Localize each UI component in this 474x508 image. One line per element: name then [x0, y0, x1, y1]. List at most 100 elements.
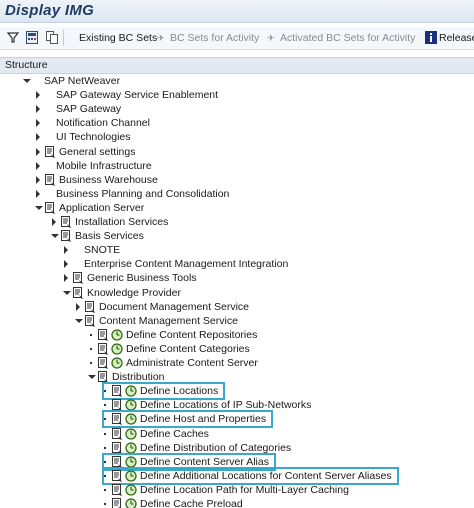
expand-node-icon[interactable]: [64, 274, 68, 283]
tree-node[interactable]: Define Caches: [0, 427, 474, 441]
collapse-node-icon[interactable]: [88, 375, 96, 380]
tree-node[interactable]: SAP Gateway: [0, 102, 474, 116]
tree-node-label[interactable]: Installation Services: [75, 215, 168, 229]
tree-node[interactable]: Application Server: [0, 201, 474, 215]
release-notes-button[interactable]: Release: [439, 31, 474, 45]
expand-node-icon[interactable]: [36, 105, 40, 114]
tree-node[interactable]: Content Management Service: [0, 314, 474, 328]
collapse-node-icon[interactable]: [75, 318, 83, 323]
tree-node[interactable]: Business Warehouse: [0, 173, 474, 187]
tree-node-label[interactable]: SAP NetWeaver: [44, 74, 120, 88]
tree-node-label[interactable]: Generic Business Tools: [87, 271, 197, 285]
tree-node-label[interactable]: SAP Gateway Service Enablement: [56, 88, 218, 102]
execute-activity-icon[interactable]: [111, 343, 123, 355]
tree-node-label[interactable]: Define Caches: [140, 427, 209, 441]
expand-node-icon[interactable]: [64, 246, 68, 255]
tree-node[interactable]: Notification Channel: [0, 116, 474, 130]
execute-activity-icon[interactable]: [125, 484, 137, 496]
find-icon[interactable]: [7, 31, 19, 43]
table-settings-icon[interactable]: [26, 31, 38, 44]
tree-node-label[interactable]: Basis Services: [75, 229, 144, 243]
info-icon[interactable]: [425, 31, 437, 44]
tree-node[interactable]: Basis Services: [0, 229, 474, 243]
documentation-icon[interactable]: [85, 314, 96, 327]
tree-node-label[interactable]: Define Location Path for Multi-Layer Cac…: [140, 483, 349, 497]
tree-node-label[interactable]: Enterprise Content Management Integratio…: [84, 257, 288, 271]
collapse-node-icon[interactable]: [63, 290, 71, 295]
expand-node-icon[interactable]: [64, 260, 68, 269]
expand-node-icon[interactable]: [36, 161, 40, 170]
execute-activity-icon[interactable]: [111, 357, 123, 369]
tree-node[interactable]: UI Technologies: [0, 130, 474, 144]
tree-node[interactable]: Define Content Categories: [0, 342, 474, 356]
execute-activity-icon[interactable]: [125, 498, 137, 508]
collapse-node-icon[interactable]: [23, 79, 31, 83]
execute-activity-icon[interactable]: [125, 441, 137, 454]
documentation-icon[interactable]: [61, 230, 72, 242]
tree-node[interactable]: SAP Gateway Service Enablement: [0, 88, 474, 102]
tree-node-label[interactable]: Knowledge Provider: [87, 286, 181, 300]
tree-node-label[interactable]: Business Warehouse: [59, 173, 158, 187]
tree-node-label[interactable]: Document Management Service: [99, 300, 249, 314]
tree-node-label[interactable]: Notification Channel: [56, 116, 150, 130]
execute-activity-icon[interactable]: [125, 427, 137, 440]
documentation-icon[interactable]: [112, 441, 123, 454]
expand-node-icon[interactable]: [36, 91, 40, 100]
expand-node-icon[interactable]: [36, 119, 40, 128]
tree-node[interactable]: Installation Services: [0, 215, 474, 229]
tree-node[interactable]: SNOTE: [0, 243, 474, 257]
activated-bc-sets-button[interactable]: Activated BC Sets for Activity: [280, 31, 415, 45]
expand-node-icon[interactable]: [76, 302, 80, 311]
tree-node-label[interactable]: Define Cache Preload: [140, 497, 243, 508]
tree-node[interactable]: Mobile Infrastructure: [0, 159, 474, 173]
tree-node[interactable]: Business Planning and Consolidation: [0, 187, 474, 201]
documentation-icon[interactable]: [112, 498, 123, 508]
documentation-icon[interactable]: [98, 342, 109, 355]
documentation-icon[interactable]: [45, 201, 56, 214]
tree-node[interactable]: Distribution: [0, 370, 474, 384]
tree-node[interactable]: Define Location Path for Multi-Layer Cac…: [0, 483, 474, 497]
tree-node-label[interactable]: General settings: [59, 145, 135, 159]
tree-node-label[interactable]: Application Server: [59, 201, 144, 215]
documentation-icon[interactable]: [85, 300, 96, 313]
documentation-icon[interactable]: [73, 286, 84, 299]
tree-node[interactable]: Generic Business Tools: [0, 271, 474, 285]
tree-node[interactable]: Enterprise Content Management Integratio…: [0, 257, 474, 271]
tree-node[interactable]: SAP NetWeaver: [0, 74, 474, 88]
tree-node[interactable]: Document Management Service: [0, 300, 474, 314]
tree-node-label[interactable]: Mobile Infrastructure: [56, 159, 152, 173]
existing-bc-sets-button[interactable]: Existing BC Sets: [79, 31, 157, 45]
tree-node-label[interactable]: Define Content Repositories: [126, 328, 257, 342]
documentation-icon[interactable]: [98, 328, 109, 341]
expand-node-icon[interactable]: [52, 218, 56, 226]
documentation-icon[interactable]: [73, 272, 84, 284]
tree-node[interactable]: Define Locations: [0, 384, 474, 398]
documentation-icon[interactable]: [45, 145, 56, 158]
tree-node-label[interactable]: SNOTE: [84, 243, 120, 257]
tree-node[interactable]: Administrate Content Server: [0, 356, 474, 370]
documentation-icon[interactable]: [112, 427, 123, 440]
tree-node[interactable]: General settings: [0, 145, 474, 159]
tree-node[interactable]: Define Cache Preload: [0, 497, 474, 508]
tree-node-label[interactable]: Business Planning and Consolidation: [56, 187, 229, 201]
tree-node-label[interactable]: Administrate Content Server: [126, 356, 258, 370]
copy-icon[interactable]: [46, 31, 58, 44]
expand-node-icon[interactable]: [36, 133, 40, 142]
tree-node-label[interactable]: UI Technologies: [56, 130, 131, 144]
expand-node-icon[interactable]: [36, 147, 40, 156]
bc-sets-for-activity-button[interactable]: BC Sets for Activity: [170, 31, 259, 45]
tree-node-label[interactable]: SAP Gateway: [56, 102, 121, 116]
documentation-icon[interactable]: [98, 357, 109, 369]
documentation-icon[interactable]: [112, 483, 123, 496]
execute-activity-icon[interactable]: [111, 329, 123, 341]
tree-node-label[interactable]: Content Management Service: [99, 314, 238, 328]
collapse-node-icon[interactable]: [51, 234, 59, 239]
documentation-icon[interactable]: [45, 173, 56, 186]
tree-node-label[interactable]: Define Content Categories: [126, 342, 250, 356]
tree-node[interactable]: Knowledge Provider: [0, 286, 474, 300]
collapse-node-icon[interactable]: [35, 205, 43, 210]
tree-node[interactable]: Define Content Repositories: [0, 328, 474, 342]
documentation-icon[interactable]: [61, 216, 72, 228]
expand-node-icon[interactable]: [36, 175, 40, 184]
expand-node-icon[interactable]: [36, 189, 40, 198]
